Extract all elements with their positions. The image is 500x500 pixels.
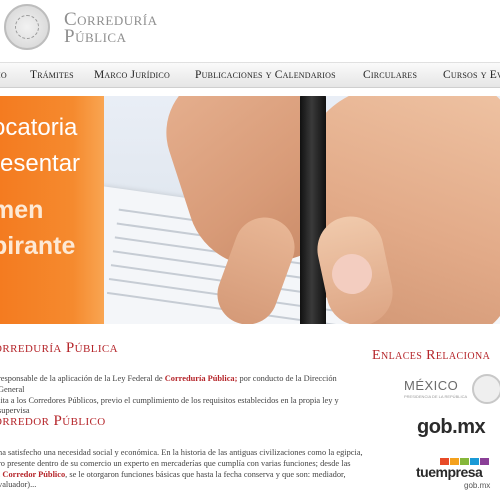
nav-item-tramites[interactable]: Trámites	[30, 69, 74, 81]
gobmx-link[interactable]: gob.mx	[417, 416, 486, 439]
tuempresa-sublabel: gob.mx	[464, 481, 491, 490]
brand-line-2: Pública	[64, 26, 127, 47]
text-fragment: valuador)...	[0, 480, 37, 490]
mexico-sublabel: PRESIDENCIA DE LA REPÚBLICA	[404, 394, 468, 399]
highlight-correduria: Correduría Pública;	[164, 374, 238, 383]
nav-item-circulares[interactable]: Circulares	[363, 69, 417, 81]
banner-line-4: pirante	[0, 232, 76, 260]
banner-caption: ocatoria resentar men pirante	[0, 110, 104, 264]
tuempresa-label: tuempresa	[416, 464, 483, 480]
mexico-seal-icon[interactable]	[472, 374, 500, 404]
text-fragment: na satisfecho una necesidad social y eco…	[0, 448, 363, 457]
main-navigation: io Trámites Marco Jurídico Publicaciones…	[0, 62, 500, 88]
text-fragment: , se le otorgaron funciones básicas que …	[65, 469, 346, 479]
section-heading-corredor: orredor Público	[0, 413, 106, 429]
site-brand[interactable]: Correduría Pública	[64, 10, 158, 47]
hero-banner[interactable]: ocatoria resentar men pirante	[0, 96, 500, 324]
section-heading-correduria: orreduría Pública	[0, 340, 119, 356]
nav-item-inicio[interactable]: io	[0, 69, 7, 81]
banner-line-3: men	[0, 196, 44, 224]
nav-item-marco-juridico[interactable]: Marco Jurídico	[94, 69, 170, 81]
coat-of-arms-icon[interactable]	[4, 4, 50, 50]
tuempresa-link[interactable]: tuempresa gob.mx	[416, 458, 496, 494]
banner-line-2: resentar	[0, 150, 81, 177]
section-text-correduria: responsable de la aplicación de la Ley F…	[0, 374, 364, 417]
pen-image	[300, 96, 326, 324]
nav-item-publicaciones[interactable]: Publicaciones y Calendarios	[195, 69, 336, 81]
sidebar-heading: Enlaces Relaciona	[372, 348, 491, 363]
section-text-corredor: na satisfecho una necesidad social y eco…	[0, 448, 364, 491]
banner-line-1: ocatoria	[0, 114, 78, 141]
highlight-corredor: Corredor Público	[2, 469, 66, 479]
mexico-presidencia-link[interactable]: MÉXICO PRESIDENCIA DE LA REPÚBLICA	[404, 376, 468, 400]
seal-inner-ring	[15, 15, 39, 39]
text-fragment: responsable de la aplicación de la Ley F…	[0, 374, 165, 383]
nav-item-cursos[interactable]: Cursos y Ev	[443, 69, 500, 81]
site-header: Correduría Pública	[0, 0, 500, 62]
text-fragment: ro presente dentro de su comercio un exp…	[0, 458, 351, 468]
mexico-label: MÉXICO	[404, 378, 459, 393]
